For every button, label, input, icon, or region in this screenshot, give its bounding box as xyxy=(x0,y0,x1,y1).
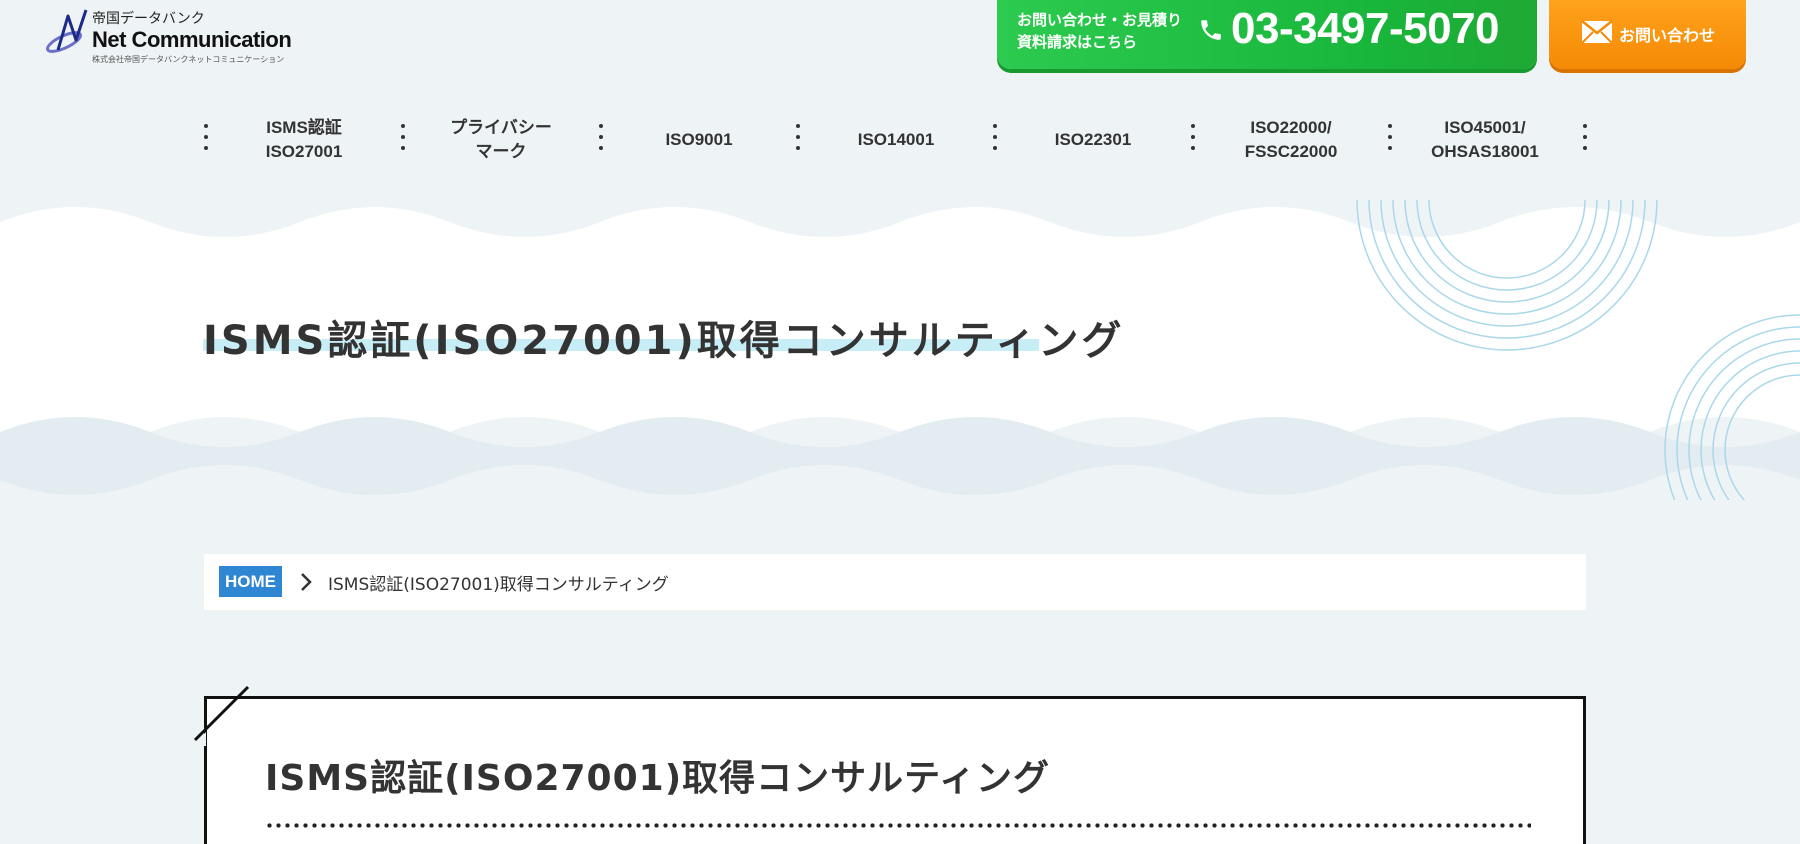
phone-contact-button[interactable]: お問い合わせ・お見積り 資料請求はこちら 03-3497-5070 xyxy=(997,0,1537,69)
breadcrumb-current: ISMS認証(ISO27001)取得コンサルティング xyxy=(328,575,669,595)
card-corner-accent xyxy=(192,685,250,746)
logo-top-text: 帝国データバンク xyxy=(92,11,205,27)
nav-divider xyxy=(599,124,603,156)
phone-cta-text: お問い合わせ・お見積り 資料請求はこちら xyxy=(1017,9,1182,53)
nav-item-iso22000[interactable]: ISO22000/ FSSC22000 xyxy=(1201,108,1381,172)
logo-main-text: Net Communication xyxy=(92,27,292,52)
nav-divider xyxy=(796,124,800,156)
section-heading: ISMS認証(ISO27001)取得コンサルティング xyxy=(265,758,1050,799)
nav-item-iso22301[interactable]: ISO22301 xyxy=(1003,108,1183,172)
page-title: ISMS認証(ISO27001)取得コンサルティング xyxy=(203,318,1125,364)
dotted-divider xyxy=(265,823,1531,828)
nav-divider xyxy=(401,124,405,156)
nav-item-iso9001[interactable]: ISO9001 xyxy=(609,108,789,172)
contact-mail-button[interactable]: お問い合わせ xyxy=(1549,0,1746,69)
main-navigation: ISMS認証 ISO27001 プライバシー マーク ISO9001 ISO14… xyxy=(197,108,1592,172)
nav-item-isms[interactable]: ISMS認証 ISO27001 xyxy=(214,108,394,172)
breadcrumb-home-link[interactable]: HOME xyxy=(219,566,282,597)
nav-item-iso14001[interactable]: ISO14001 xyxy=(806,108,986,172)
phone-number: 03-3497-5070 xyxy=(1231,4,1500,53)
site-header: 帝国データバンク Net Communication 株式会社帝国データバンクネ… xyxy=(0,0,1800,90)
breadcrumb: HOME ISMS認証(ISO27001)取得コンサルティング xyxy=(204,554,1586,610)
phone-cta-line2: 資料請求はこちら xyxy=(1017,33,1138,51)
nav-item-privacy-mark[interactable]: プライバシー マーク xyxy=(411,108,591,172)
nav-divider xyxy=(1191,124,1195,156)
mail-icon xyxy=(1581,20,1613,44)
nav-divider xyxy=(1583,124,1587,156)
mail-cta-label: お問い合わせ xyxy=(1619,26,1716,45)
nav-divider xyxy=(1388,124,1392,156)
nav-divider xyxy=(993,124,997,156)
site-logo[interactable]: 帝国データバンク Net Communication 株式会社帝国データバンクネ… xyxy=(44,4,344,66)
nav-item-iso45001[interactable]: ISO45001/ OHSAS18001 xyxy=(1395,108,1575,172)
nav-divider xyxy=(204,124,208,156)
phone-icon xyxy=(1201,20,1221,40)
content-card: ISMS認証(ISO27001)取得コンサルティング xyxy=(204,696,1586,844)
logo-sub-text: 株式会社帝国データバンクネットコミュニケーション xyxy=(92,55,285,64)
phone-cta-line1: お問い合わせ・お見積り xyxy=(1017,11,1183,29)
chevron-right-icon xyxy=(301,573,312,591)
logo-mark-icon xyxy=(45,9,88,53)
